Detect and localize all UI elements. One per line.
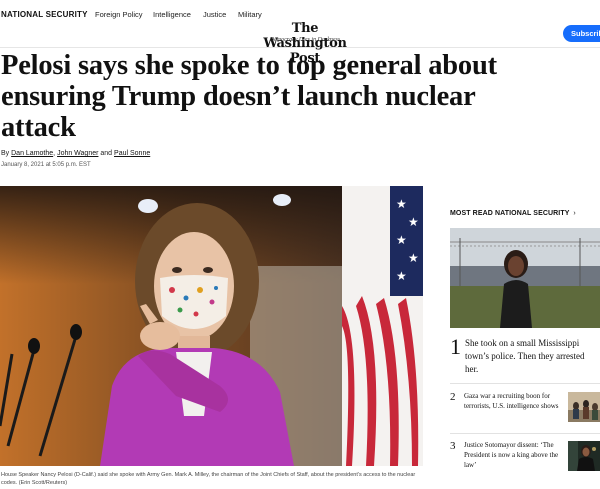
byline-and: and — [100, 150, 113, 157]
publish-timestamp: January 8, 2021 at 5:05 p.m. EST — [1, 162, 91, 168]
feature-photo-illustration — [450, 228, 600, 328]
svg-text:★: ★ — [396, 197, 407, 211]
author-link[interactable]: John Wagner — [57, 150, 98, 157]
rank-number: 1 — [450, 334, 461, 359]
most-read-headline[interactable]: She took on a small Mississippi town’s p… — [465, 337, 600, 376]
byline: By Dan Lamothe, John Wagner and Paul Son… — [1, 150, 150, 157]
author-link[interactable]: Dan Lamothe — [11, 150, 53, 157]
byline-prefix: By — [1, 150, 10, 157]
svg-text:★: ★ — [408, 215, 419, 229]
photo-illustration: ★ ★ ★ ★ ★ — [0, 186, 423, 466]
article-photo: ★ ★ ★ ★ ★ — [0, 186, 423, 466]
byline-separator: , — [53, 150, 56, 157]
brand-tagline: Democracy Dies in Darkness — [269, 37, 341, 43]
svg-text:★: ★ — [396, 233, 407, 247]
rank-number: 2 — [450, 391, 456, 403]
divider — [450, 383, 600, 384]
most-read-item[interactable]: 3 Justice Sotomayor dissent: ‘The Presid… — [450, 439, 600, 479]
section-label[interactable]: NATIONAL SECURITY — [1, 10, 88, 19]
nav-item-justice[interactable]: Justice — [203, 10, 226, 19]
subscribe-button[interactable]: Subscribe — [563, 25, 600, 42]
most-read-headline[interactable]: Justice Sotomayor dissent: ‘The Presiden… — [464, 440, 564, 470]
nav-item-intelligence[interactable]: Intelligence — [153, 10, 191, 19]
most-read-thumbnail[interactable] — [568, 441, 600, 471]
most-read-item[interactable]: 1 She took on a small Mississippi town’s… — [450, 334, 600, 382]
article-headline: Pelosi says she spoke to top general abo… — [1, 50, 497, 143]
svg-text:★: ★ — [396, 269, 407, 283]
most-read-headline[interactable]: Gaza war a recruiting boon for terrorist… — [464, 391, 564, 411]
nav-item-military[interactable]: Military — [238, 10, 262, 19]
divider — [450, 433, 600, 434]
most-read-feature-photo[interactable] — [450, 228, 600, 328]
svg-text:★: ★ — [408, 251, 419, 265]
thumbnail-illustration — [568, 441, 600, 471]
chevron-right-icon: › — [573, 210, 576, 217]
rank-number: 3 — [450, 440, 456, 452]
nav-item-foreign-policy[interactable]: Foreign Policy — [95, 10, 143, 19]
most-read-heading[interactable]: MOST READ NATIONAL SECURITY › — [450, 210, 576, 217]
thumbnail-illustration — [568, 392, 600, 422]
photo-caption: House Speaker Nancy Pelosi (D-Calif.) sa… — [1, 472, 416, 486]
top-navigation-bar: NATIONAL SECURITY Foreign Policy Intelli… — [0, 0, 600, 66]
most-read-thumbnail[interactable] — [568, 392, 600, 422]
most-read-item[interactable]: 2 Gaza war a recruiting boon for terrori… — [450, 390, 600, 430]
author-link[interactable]: Paul Sonne — [114, 150, 150, 157]
most-read-title: MOST READ NATIONAL SECURITY — [450, 210, 570, 217]
